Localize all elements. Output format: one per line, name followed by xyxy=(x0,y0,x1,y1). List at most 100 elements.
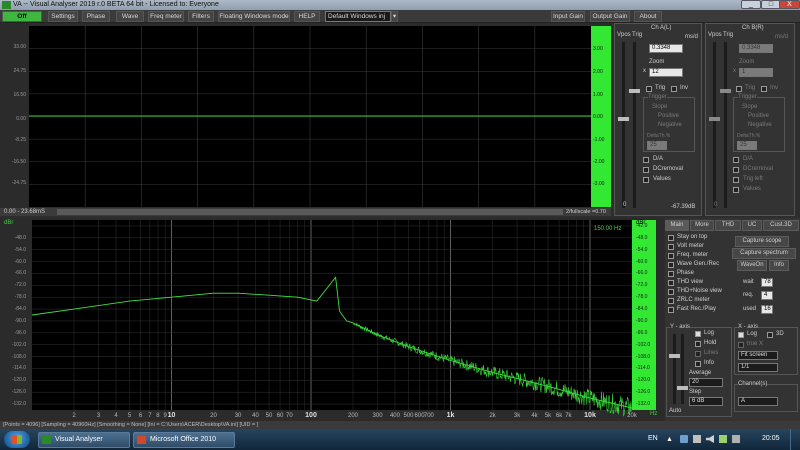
scope-scroll-track[interactable] xyxy=(57,209,563,215)
window-type-select[interactable]: Default Windows inj xyxy=(325,11,391,22)
ms-div-input[interactable]: 0.3348 xyxy=(739,44,773,53)
inv-checkbox[interactable] xyxy=(671,86,677,92)
trig-slider-track[interactable] xyxy=(633,42,636,208)
filters-button[interactable]: Filters xyxy=(188,11,214,22)
freq-meter-checkbox[interactable] xyxy=(668,253,674,259)
volume-icon[interactable] xyxy=(706,435,714,443)
vpos-slider-track[interactable] xyxy=(713,42,716,208)
y-log-checkbox[interactable] xyxy=(695,331,701,337)
trig-checkbox[interactable] xyxy=(646,86,652,92)
vpos-slider-handle[interactable] xyxy=(618,117,629,121)
step-select[interactable]: 6 dB xyxy=(689,397,723,406)
spectrum-x-tick-label: 300 xyxy=(373,413,384,419)
trig-slider-handle[interactable] xyxy=(629,89,640,93)
spectrum-x-tick-label: 200 xyxy=(348,413,359,419)
tray-app-icon[interactable] xyxy=(680,435,688,443)
tab-uc[interactable]: UC xyxy=(742,220,762,231)
trig-left-checkbox[interactable] xyxy=(733,177,739,183)
capture-scope-button[interactable]: Capture scope xyxy=(735,236,789,247)
zoom-input[interactable]: 1 xyxy=(739,68,773,77)
off-button[interactable]: Off xyxy=(2,11,42,22)
y-info-checkbox[interactable] xyxy=(695,361,701,367)
tab-main[interactable]: Main xyxy=(665,220,689,231)
lines-checkbox[interactable] xyxy=(695,351,701,357)
positive-radio-label[interactable]: Positive xyxy=(658,113,679,119)
average-select[interactable]: 20 xyxy=(689,378,723,387)
delta-th-input[interactable]: 25 xyxy=(647,141,667,150)
x-log-checkbox[interactable] xyxy=(738,332,744,338)
trig-level-label: Trig xyxy=(723,32,734,38)
tab-thd[interactable]: THD xyxy=(715,220,741,231)
thd-view-checkbox[interactable] xyxy=(668,280,674,286)
scope-scrollbar[interactable]: 0.00 - 23.68mS 2/fullscale =0.70 xyxy=(0,208,611,216)
da-checkbox[interactable] xyxy=(733,157,739,163)
help-button[interactable]: HELP xyxy=(294,11,320,22)
about-button[interactable]: About xyxy=(634,11,662,22)
y-scale-slider-track[interactable] xyxy=(673,334,676,404)
y-offset-slider-handle[interactable] xyxy=(677,386,688,390)
dc-removal-label: DCremoval xyxy=(743,166,774,172)
power-icon[interactable] xyxy=(719,435,727,443)
spectrum-y-left-tick: -108.0 xyxy=(11,353,26,360)
trig-checkbox[interactable] xyxy=(736,86,742,92)
info-button[interactable]: Info xyxy=(769,260,789,271)
trig-slider-track[interactable] xyxy=(724,42,727,208)
volt-meter-checkbox[interactable] xyxy=(668,244,674,250)
zoom-input[interactable]: 12 xyxy=(649,68,683,77)
taskbar-office[interactable]: Microsoft Office 2010 xyxy=(133,432,235,448)
close-button[interactable]: X xyxy=(779,0,800,9)
spectrum-y-left-tick: -132.0 xyxy=(11,401,26,408)
floating-windows-button[interactable]: Floating Windows mode xyxy=(218,11,290,22)
da-checkbox[interactable] xyxy=(643,157,649,163)
capture-spectrum-button[interactable]: Capture spectrum xyxy=(732,248,796,259)
y-scale-slider-handle[interactable] xyxy=(669,354,680,358)
fit-screen-select[interactable]: Fit screen xyxy=(738,351,778,360)
ratio-select[interactable]: 1/1 xyxy=(738,363,778,372)
spectrum-plot-area xyxy=(32,220,632,410)
tab-cust3d[interactable]: Cust.3D xyxy=(763,220,799,231)
thd-noise-checkbox[interactable] xyxy=(668,289,674,295)
stay-on-top-checkbox[interactable] xyxy=(668,235,674,241)
trig-slider-handle[interactable] xyxy=(720,89,731,93)
phase-checkbox[interactable] xyxy=(668,271,674,277)
vpos-slider-handle[interactable] xyxy=(709,117,720,121)
start-button[interactable] xyxy=(4,431,30,448)
channel-select[interactable]: A xyxy=(738,397,778,406)
input-gain-button[interactable]: Input Gain xyxy=(551,11,585,22)
freq-meter-button[interactable]: Freq meter xyxy=(148,11,184,22)
tray-expand-icon[interactable]: ▲ xyxy=(666,436,673,443)
maximize-button[interactable]: □ xyxy=(761,0,781,9)
values-checkbox[interactable] xyxy=(733,187,739,193)
phase-button[interactable]: Phase xyxy=(82,11,110,22)
y-offset-slider-track[interactable] xyxy=(681,334,684,404)
true-x-checkbox[interactable] xyxy=(738,342,744,348)
output-gain-button[interactable]: Output Gain xyxy=(590,11,630,22)
wave-gen-checkbox[interactable] xyxy=(668,262,674,268)
dc-removal-checkbox[interactable] xyxy=(643,167,649,173)
values-checkbox[interactable] xyxy=(643,177,649,183)
ms-div-input[interactable]: 0.3348 xyxy=(649,44,683,53)
negative-radio-label[interactable]: Negative xyxy=(748,122,772,128)
network-icon[interactable] xyxy=(693,435,701,443)
vpos-slider-track[interactable] xyxy=(622,42,625,208)
inv-checkbox[interactable] xyxy=(761,86,767,92)
fast-rec-checkbox[interactable] xyxy=(668,307,674,313)
wave-on-button[interactable]: WaveOn xyxy=(737,260,767,271)
show-desktop-button[interactable] xyxy=(790,429,800,450)
zrlc-checkbox[interactable] xyxy=(668,298,674,304)
dc-removal-checkbox[interactable] xyxy=(733,167,739,173)
minimize-button[interactable]: _ xyxy=(741,0,761,9)
negative-radio-label[interactable]: Negative xyxy=(658,122,682,128)
settings-button[interactable]: Settings xyxy=(48,11,78,22)
3d-checkbox[interactable] xyxy=(767,332,773,338)
language-indicator[interactable]: EN xyxy=(648,435,658,442)
tab-more[interactable]: More xyxy=(690,220,714,231)
wave-button[interactable]: Wave xyxy=(116,11,144,22)
positive-radio-label[interactable]: Positive xyxy=(748,113,769,119)
action-center-icon[interactable] xyxy=(732,435,740,443)
delta-th-input[interactable]: 25 xyxy=(737,141,757,150)
hold-checkbox[interactable] xyxy=(695,341,701,347)
taskbar-visual-analyser[interactable]: Visual Analyser xyxy=(38,432,130,448)
clock[interactable]: 20:05 xyxy=(762,435,780,442)
chevron-down-icon[interactable]: ▾ xyxy=(391,11,398,22)
